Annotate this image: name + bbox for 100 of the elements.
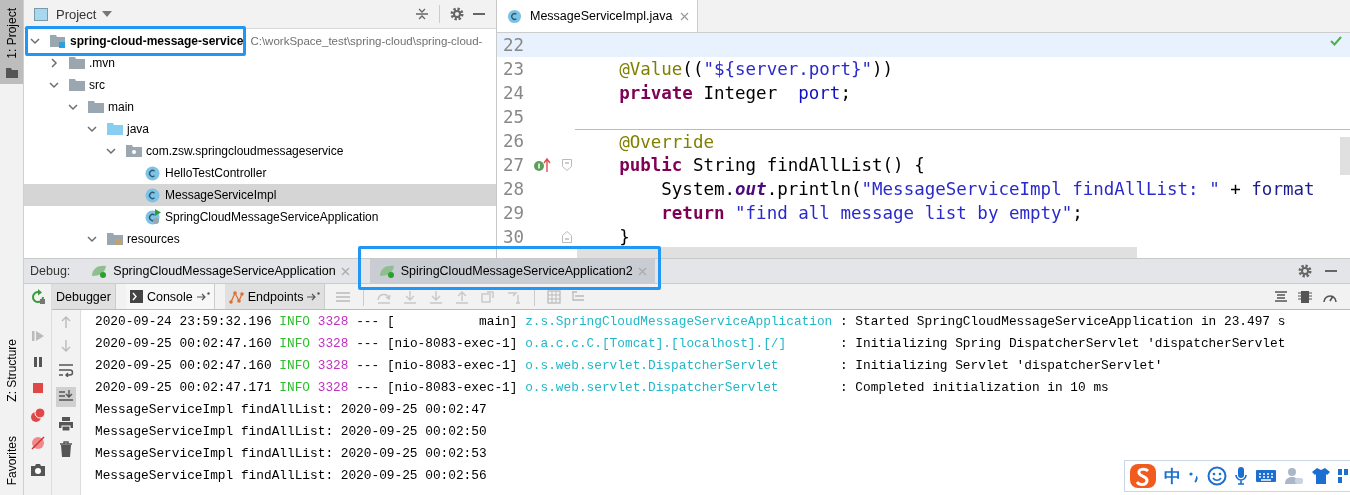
view-tab[interactable]: Endpoints: [224, 284, 326, 309]
line-number: 25: [502, 107, 526, 127]
session-tab[interactable]: SpringCloudMessageServiceApplication: [82, 259, 358, 283]
tree-layout-icon[interactable]: [571, 289, 586, 304]
line-number: 30: [502, 227, 526, 247]
force-step-into-icon[interactable]: [428, 289, 445, 304]
checkmark-icon: [1330, 36, 1342, 46]
project-view-icon: [34, 7, 48, 21]
vertical-scrollbar[interactable]: [1340, 137, 1350, 175]
fold-marker-icon[interactable]: [562, 231, 572, 243]
spring-leaf-icon: [90, 264, 109, 278]
tree-item[interactable]: main: [24, 96, 496, 118]
tree-item[interactable]: java: [24, 118, 496, 140]
settings-icon[interactable]: [450, 7, 464, 21]
microphone-icon[interactable]: [1234, 466, 1248, 486]
horizontal-scrollbar[interactable]: [577, 247, 1137, 258]
caret-icon: [102, 11, 113, 17]
log-line: MessageServiceImpl findAllList: 2020-09-25 00:02:47: [95, 401, 487, 419]
log-line: MessageServiceImpl findAllList: 2020-09-25 00:02:56: [95, 467, 487, 485]
line-number: 23: [502, 59, 526, 79]
implements-marker-icon[interactable]: [533, 157, 551, 173]
line-number: 27: [502, 155, 526, 175]
folder-icon: [88, 100, 104, 114]
code-line: @Override: [619, 131, 714, 152]
code-line: }: [619, 227, 630, 247]
drop-frame-icon[interactable]: [480, 289, 497, 304]
tree-item[interactable]: com.zsw.springcloudmessageservice: [24, 140, 496, 162]
project-view-dropdown[interactable]: Project: [56, 6, 113, 22]
folder-icon: [107, 122, 123, 136]
align-icon[interactable]: [1274, 289, 1288, 304]
step-into-icon[interactable]: [402, 289, 419, 304]
soft-wrap-icon[interactable]: [58, 363, 74, 377]
code-line: public String findAllList() {: [619, 155, 925, 175]
tree-item[interactable]: spring-cloud-message-service C:\workSpace_test\spring-cloud\spring-cloud-: [24, 30, 496, 52]
memory-icon[interactable]: [1298, 289, 1312, 304]
class-icon: [507, 8, 522, 24]
trash-icon[interactable]: [59, 441, 73, 457]
code-line: System.out.println("MessageServiceImpl findAllList: " + format: [661, 179, 1315, 199]
package-icon: [126, 144, 142, 158]
close-icon[interactable]: [680, 11, 690, 21]
view-tab[interactable]: Console: [125, 284, 215, 309]
log-line: 2020-09-25 00:02:47.160 INFO 3328 --- [nio-8083-exec-1] o.s.web.servlet.DispatcherServlet : Initializing Servlet 'dispatcherServlet': [95, 357, 1163, 375]
editor-tab[interactable]: MessageServiceImpl.java: [497, 0, 699, 32]
tool-window-tab[interactable]: Z: Structure: [4, 336, 19, 404]
tree-item[interactable]: src: [24, 74, 496, 96]
camera-icon[interactable]: [29, 463, 46, 477]
breakpoints-icon[interactable]: [29, 407, 46, 423]
collapse-all-icon[interactable]: [415, 7, 429, 21]
fold-marker-icon[interactable]: [562, 159, 572, 171]
view-tab[interactable]: Debugger: [52, 284, 116, 309]
line-number: 29: [502, 203, 526, 223]
emoji-icon[interactable]: [1207, 466, 1227, 486]
tree-item[interactable]: .mvn: [24, 52, 496, 74]
pin-arrow-icon[interactable]: [307, 292, 321, 301]
resource-folder-icon: [107, 232, 123, 246]
path-text: C:\workSpace_test\spring-cloud\spring-cloud-: [250, 35, 483, 47]
scroll-to-end-icon[interactable]: [56, 387, 76, 407]
log-line: MessageServiceImpl findAllList: 2020-09-25 00:02:50: [95, 423, 487, 441]
log-line: 2020-09-24 23:59:32.196 INFO 3328 --- [ main] z.s.SpringCloudMessageServiceApplication : Started SpringCloudMessageServiceApplication in 23.497 s: [95, 313, 1286, 331]
line-number: 28: [502, 179, 526, 199]
pin-arrow-icon[interactable]: [196, 292, 210, 301]
tree-item[interactable]: MessageServiceImpl: [24, 184, 496, 206]
session-tab[interactable]: SpiringCloudMessageServiceApplication2: [369, 259, 655, 283]
log-line: 2020-09-25 00:02:47.171 INFO 3328 --- [nio-8083-exec-1] o.s.web.servlet.DispatcherServlet : Completed initialization in 10 ms: [95, 379, 1109, 397]
line-number: 26: [502, 131, 526, 151]
settings-icon[interactable]: [1298, 264, 1312, 278]
run-class-icon: [145, 209, 161, 225]
graph-icon: [228, 289, 244, 304]
class-icon: [145, 187, 161, 203]
tree-item[interactable]: HelloTestController: [24, 162, 496, 184]
spring-leaf-icon: [377, 264, 396, 278]
keyboard-icon[interactable]: [1255, 468, 1277, 484]
step-out-icon[interactable]: [454, 289, 471, 304]
table-icon[interactable]: [547, 289, 562, 304]
folder-icon: [5, 66, 18, 78]
tree-item[interactable]: resources: [24, 228, 496, 250]
debug-label: Debug:: [29, 264, 71, 278]
print-icon[interactable]: [58, 417, 74, 431]
code-line: @Value(("${server.port}")): [619, 59, 894, 79]
class-icon: [145, 165, 161, 181]
terminal-icon: [129, 290, 143, 303]
stop-icon[interactable]: [30, 381, 45, 395]
module-folder-icon: [50, 34, 66, 48]
mute-breakpoints-icon[interactable]: [29, 435, 46, 451]
log-line: 2020-09-25 00:02:47.160 INFO 3328 --- [nio-8083-exec-1] o.a.c.c.C.[Tomcat].[localhost].[/] : Initializing Spring DispatcherServlet 'dispatcherServlet: [95, 335, 1286, 353]
log-line: MessageServiceImpl findAllList: 2020-09-25 00:02:53: [95, 445, 487, 463]
grid-icon[interactable]: [1338, 467, 1348, 485]
input-mode-toggle[interactable]: 中: [1164, 464, 1181, 488]
line-number: 24: [502, 83, 526, 103]
code-line: private Integer port;: [619, 83, 851, 103]
folder-icon: [69, 78, 85, 92]
shirt-icon[interactable]: [1311, 467, 1331, 485]
tool-window-tab[interactable]: Favorites: [4, 433, 19, 487]
code-line: return "find all message list by empty";: [661, 203, 1083, 223]
folder-icon: [69, 56, 85, 70]
tree-item[interactable]: SpringCloudMessageServiceApplication: [24, 206, 496, 228]
line-number: 22: [502, 35, 526, 55]
input-method-logo-icon[interactable]: [1129, 463, 1157, 489]
rerun-icon[interactable]: [29, 289, 46, 305]
run-to-cursor-icon[interactable]: [506, 289, 523, 304]
